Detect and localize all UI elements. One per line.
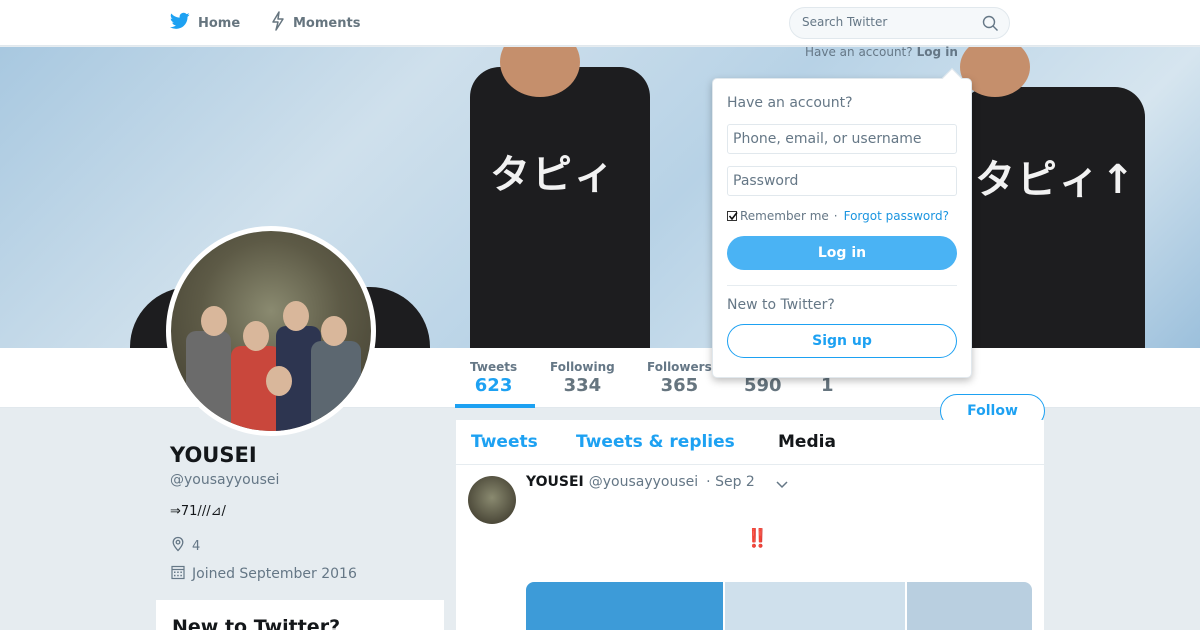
tweet-text: ‼️ [746,528,769,549]
stat-following[interactable]: Following 334 [550,360,615,396]
avatar-face [266,366,292,396]
tweet-header: YOUSEI @yousayyousei · Sep 2 [526,474,755,490]
search-box [789,7,1010,39]
tab-tweets[interactable]: Tweets [471,432,538,452]
login-prompt-link[interactable]: Log in [917,45,958,59]
banner-shirt-text: タピィ↑ [975,157,1137,203]
search-input[interactable] [802,15,972,29]
tweet-author-name[interactable]: YOUSEI [526,474,584,490]
new-to-twitter-label: New to Twitter? [727,297,835,313]
avatar-face [321,316,347,346]
profile-joined: Joined September 2016 [170,564,357,584]
stat-label: Following [550,360,615,374]
stat-label: Followers [647,360,712,374]
username-field[interactable] [727,124,957,154]
nav-moments-label: Moments [293,15,361,31]
new-to-twitter-card: New to Twitter? [156,600,444,630]
search-icon[interactable] [982,15,999,36]
tab-tweets-replies[interactable]: Tweets & replies [576,432,735,452]
timeline: Tweets Tweets & replies Media YOUSEI @yo… [456,420,1044,630]
stat-value: 1 [821,375,834,396]
stat-value: 623 [474,375,513,396]
top-nav: Home Moments [0,0,1200,46]
banner-shirt-text: タピィ [490,152,616,198]
chevron-down-icon[interactable] [774,476,790,496]
avatar-face [243,321,269,351]
forgot-password-link[interactable]: Forgot password? [844,209,949,223]
stat-label: Tweets [470,360,518,374]
avatar-figure [186,331,231,431]
remember-checkbox[interactable] [727,211,738,221]
tweet-author-handle[interactable]: @yousayyousei [589,474,698,490]
banner-person [470,67,650,348]
login-divider [727,285,957,286]
banner-person [960,87,1145,348]
avatar-face [283,301,309,331]
profile-joined-text: Joined September 2016 [192,566,357,582]
lightning-icon [271,11,285,35]
tweet-avatar[interactable] [468,476,516,524]
nav-home-label: Home [198,15,241,31]
tweet-media-image[interactable] [906,582,1032,630]
stat-value: 590 [744,375,782,396]
twitter-bird-icon [169,12,190,34]
profile-bio: ⇒71///⊿/ [170,504,226,519]
remember-label[interactable]: Remember me [740,209,829,223]
login-button[interactable]: Log in [727,236,957,270]
profile-name: YOUSEI [170,443,257,467]
avatar-face [201,306,227,336]
tweet-media-image[interactable] [725,582,905,630]
password-field[interactable] [727,166,957,196]
timeline-tabs: Tweets Tweets & replies Media [456,420,1044,465]
side-card-title: New to Twitter? [172,616,341,630]
login-dropdown: Have an account? Remember me · Forgot pa… [712,68,972,378]
nav-home[interactable]: Home [169,12,241,34]
avatar-figure [311,341,361,431]
active-stat-indicator [455,404,535,408]
profile-avatar[interactable] [166,226,376,436]
profile-location: 4 [170,536,200,556]
remember-separator: · [833,209,838,223]
tweet-date[interactable]: · Sep 2 [706,474,755,490]
remember-row: Remember me · Forgot password? [727,209,949,223]
signup-button[interactable]: Sign up [727,324,957,358]
tweet-media-image[interactable] [526,582,724,630]
stat-tweets[interactable]: Tweets 623 [470,360,517,396]
login-prompt-text: Have an account? [805,45,913,59]
tweet-media[interactable] [526,582,1032,630]
stat-value: 365 [660,375,699,396]
login-dropdown-title: Have an account? [727,95,853,111]
stat-value: 334 [563,375,602,396]
profile-handle[interactable]: @yousayyousei [170,472,279,488]
calendar-icon [170,564,186,584]
nav-moments[interactable]: Moments [271,11,361,35]
stat-followers[interactable]: Followers 365 [647,360,712,396]
tab-media[interactable]: Media [778,432,836,452]
location-pin-icon [170,536,186,556]
login-prompt: Have an account? Log in [805,45,958,59]
profile-location-text: 4 [192,538,201,554]
